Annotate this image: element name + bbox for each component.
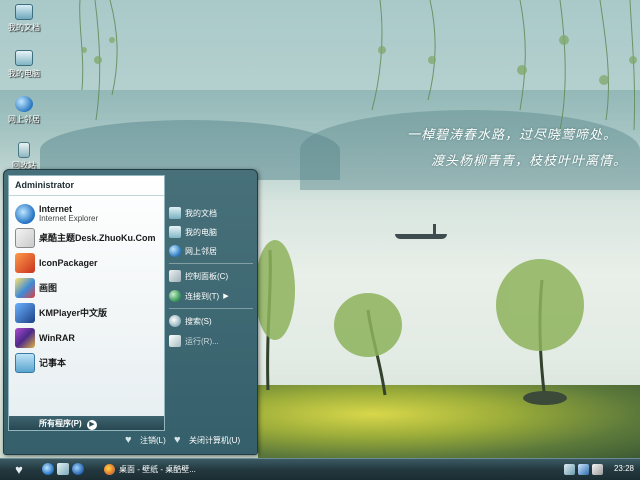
internet-explorer-icon [15, 204, 35, 224]
recycle-bin-icon [18, 142, 30, 158]
desktop-icon-label: 网上邻居 [8, 115, 40, 124]
taskbar-button-desktop-wallpaper[interactable]: 桌面 - 壁纸 - 桌酷壁... [100, 461, 220, 478]
desktop-icon-recycle-bin[interactable]: 回收站 [2, 142, 46, 171]
show-desktop-icon[interactable] [57, 463, 69, 475]
folder-documents-icon [15, 4, 33, 20]
my-documents-icon [169, 207, 181, 219]
start-menu-my-network[interactable]: 网上邻居 [169, 243, 253, 259]
start-menu-item-name: WinRAR [39, 333, 75, 343]
start-menu-item-name: 桌酷主题Desk.ZhuoKu.Com [39, 233, 156, 243]
desktop-icon-label: 我的文档 [8, 23, 40, 32]
desktop-icon-my-computer[interactable]: 我的电脑 [2, 50, 46, 79]
kmplayer-icon [15, 303, 35, 323]
logoff-button[interactable]: ♥ 注销(L) [125, 435, 166, 446]
my-computer-icon [169, 226, 181, 238]
start-menu-control-panel[interactable]: 控制面板(C) [169, 268, 253, 284]
start-menu-my-computer[interactable]: 我的电脑 [169, 224, 253, 240]
paint-icon [15, 278, 35, 298]
logoff-label: 注销(L) [140, 436, 166, 445]
start-menu-system-label: 控制面板(C) [185, 271, 229, 281]
wallpaper-poem-line-2: 渡头杨柳青青，枝枝叶叶离情。 [431, 154, 628, 169]
control-panel-icon [169, 270, 181, 282]
start-menu-my-documents[interactable]: 我的文档 [169, 205, 253, 221]
all-programs-label: 所有程序(P) [39, 419, 82, 428]
wallpaper-poem-line-1: 一棹碧涛春水路，过尽晓莺啼处。 [407, 128, 618, 143]
connect-to-icon [169, 290, 181, 302]
media-player-icon[interactable] [72, 463, 84, 475]
start-menu-item-kmplayer[interactable]: KMPlayer中文版 [15, 302, 163, 324]
start-menu: Administrator Internet Internet Explorer… [3, 169, 258, 455]
start-menu-system-label: 运行(R)... [185, 336, 219, 346]
submenu-arrow-icon: ▶ [223, 293, 229, 300]
wallpaper-boatman [433, 224, 436, 234]
start-menu-programs-pane: Administrator Internet Internet Explorer… [8, 175, 165, 431]
wallpaper-boat [395, 234, 447, 239]
zhuoku-theme-icon [15, 228, 35, 248]
volume-tray-icon[interactable] [578, 464, 589, 475]
computer-icon [15, 50, 33, 66]
internet-explorer-icon[interactable] [42, 463, 54, 475]
browser-icon [104, 464, 115, 475]
taskbar-clock[interactable]: 23:28 [614, 464, 634, 473]
start-menu-connect-to[interactable]: 连接到(T) ▶ [169, 288, 253, 304]
notepad-icon [15, 353, 35, 373]
taskbar-button-label: 桌面 - 壁纸 - 桌酷壁... [119, 465, 196, 474]
start-menu-item-name: 记事本 [39, 358, 67, 368]
shutdown-heart-icon: ♥ [174, 434, 181, 446]
start-menu-item-name: IconPackager [39, 258, 98, 268]
start-menu-place-label: 我的电脑 [185, 227, 217, 237]
start-menu-place-label: 我的文档 [185, 208, 217, 218]
start-menu-item-subtitle: Internet Explorer [39, 214, 99, 223]
desktop-icon-network[interactable]: 网上邻居 [2, 96, 46, 125]
start-button[interactable]: ♥ [4, 461, 34, 478]
start-menu-item-name: KMPlayer中文版 [39, 308, 108, 318]
start-menu-item-name: 画图 [39, 283, 58, 293]
security-tray-icon[interactable] [592, 464, 603, 475]
start-menu-system-label: 连接到(T) [185, 291, 220, 301]
start-menu-search[interactable]: 搜索(S) [169, 313, 253, 329]
run-icon [169, 335, 181, 347]
start-menu-user-name: Administrator [9, 176, 164, 196]
start-menu-item-paint[interactable]: 画图 [15, 277, 163, 299]
start-menu-item-iconpackager[interactable]: IconPackager [15, 252, 163, 274]
logoff-heart-icon: ♥ [125, 434, 132, 446]
start-menu-separator [169, 263, 253, 264]
start-menu-place-label: 网上邻居 [185, 246, 217, 256]
shutdown-label: 关闭计算机(U) [189, 436, 241, 445]
start-menu-run[interactable]: 运行(R)... [169, 333, 253, 349]
start-menu-item-notepad[interactable]: 记事本 [15, 352, 163, 374]
shutdown-button[interactable]: ♥ 关闭计算机(U) [174, 435, 240, 446]
network-tray-icon[interactable] [564, 464, 575, 475]
my-network-icon [169, 245, 181, 257]
start-menu-separator [169, 308, 253, 309]
start-menu-item-name: Internet [39, 204, 73, 214]
start-menu-system-label: 搜索(S) [185, 316, 212, 326]
desktop-icon-label: 我的电脑 [8, 69, 40, 78]
search-icon [169, 315, 181, 327]
start-menu-item-zhuoku[interactable]: 桌酷主题Desk.ZhuoKu.Com [15, 227, 163, 249]
taskbar: ♥ 桌面 - 壁纸 - 桌酷壁... 23:28 [0, 458, 640, 480]
start-menu-item-winrar[interactable]: WinRAR [15, 327, 163, 349]
start-menu-footer: ♥ 注销(L) ♥ 关闭计算机(U) [4, 428, 257, 454]
winrar-icon [15, 328, 35, 348]
iconpackager-icon [15, 253, 35, 273]
start-menu-item-internet[interactable]: Internet Internet Explorer [15, 203, 163, 225]
network-globe-icon [15, 96, 33, 112]
desktop-icon-my-documents[interactable]: 我的文档 [2, 4, 46, 33]
